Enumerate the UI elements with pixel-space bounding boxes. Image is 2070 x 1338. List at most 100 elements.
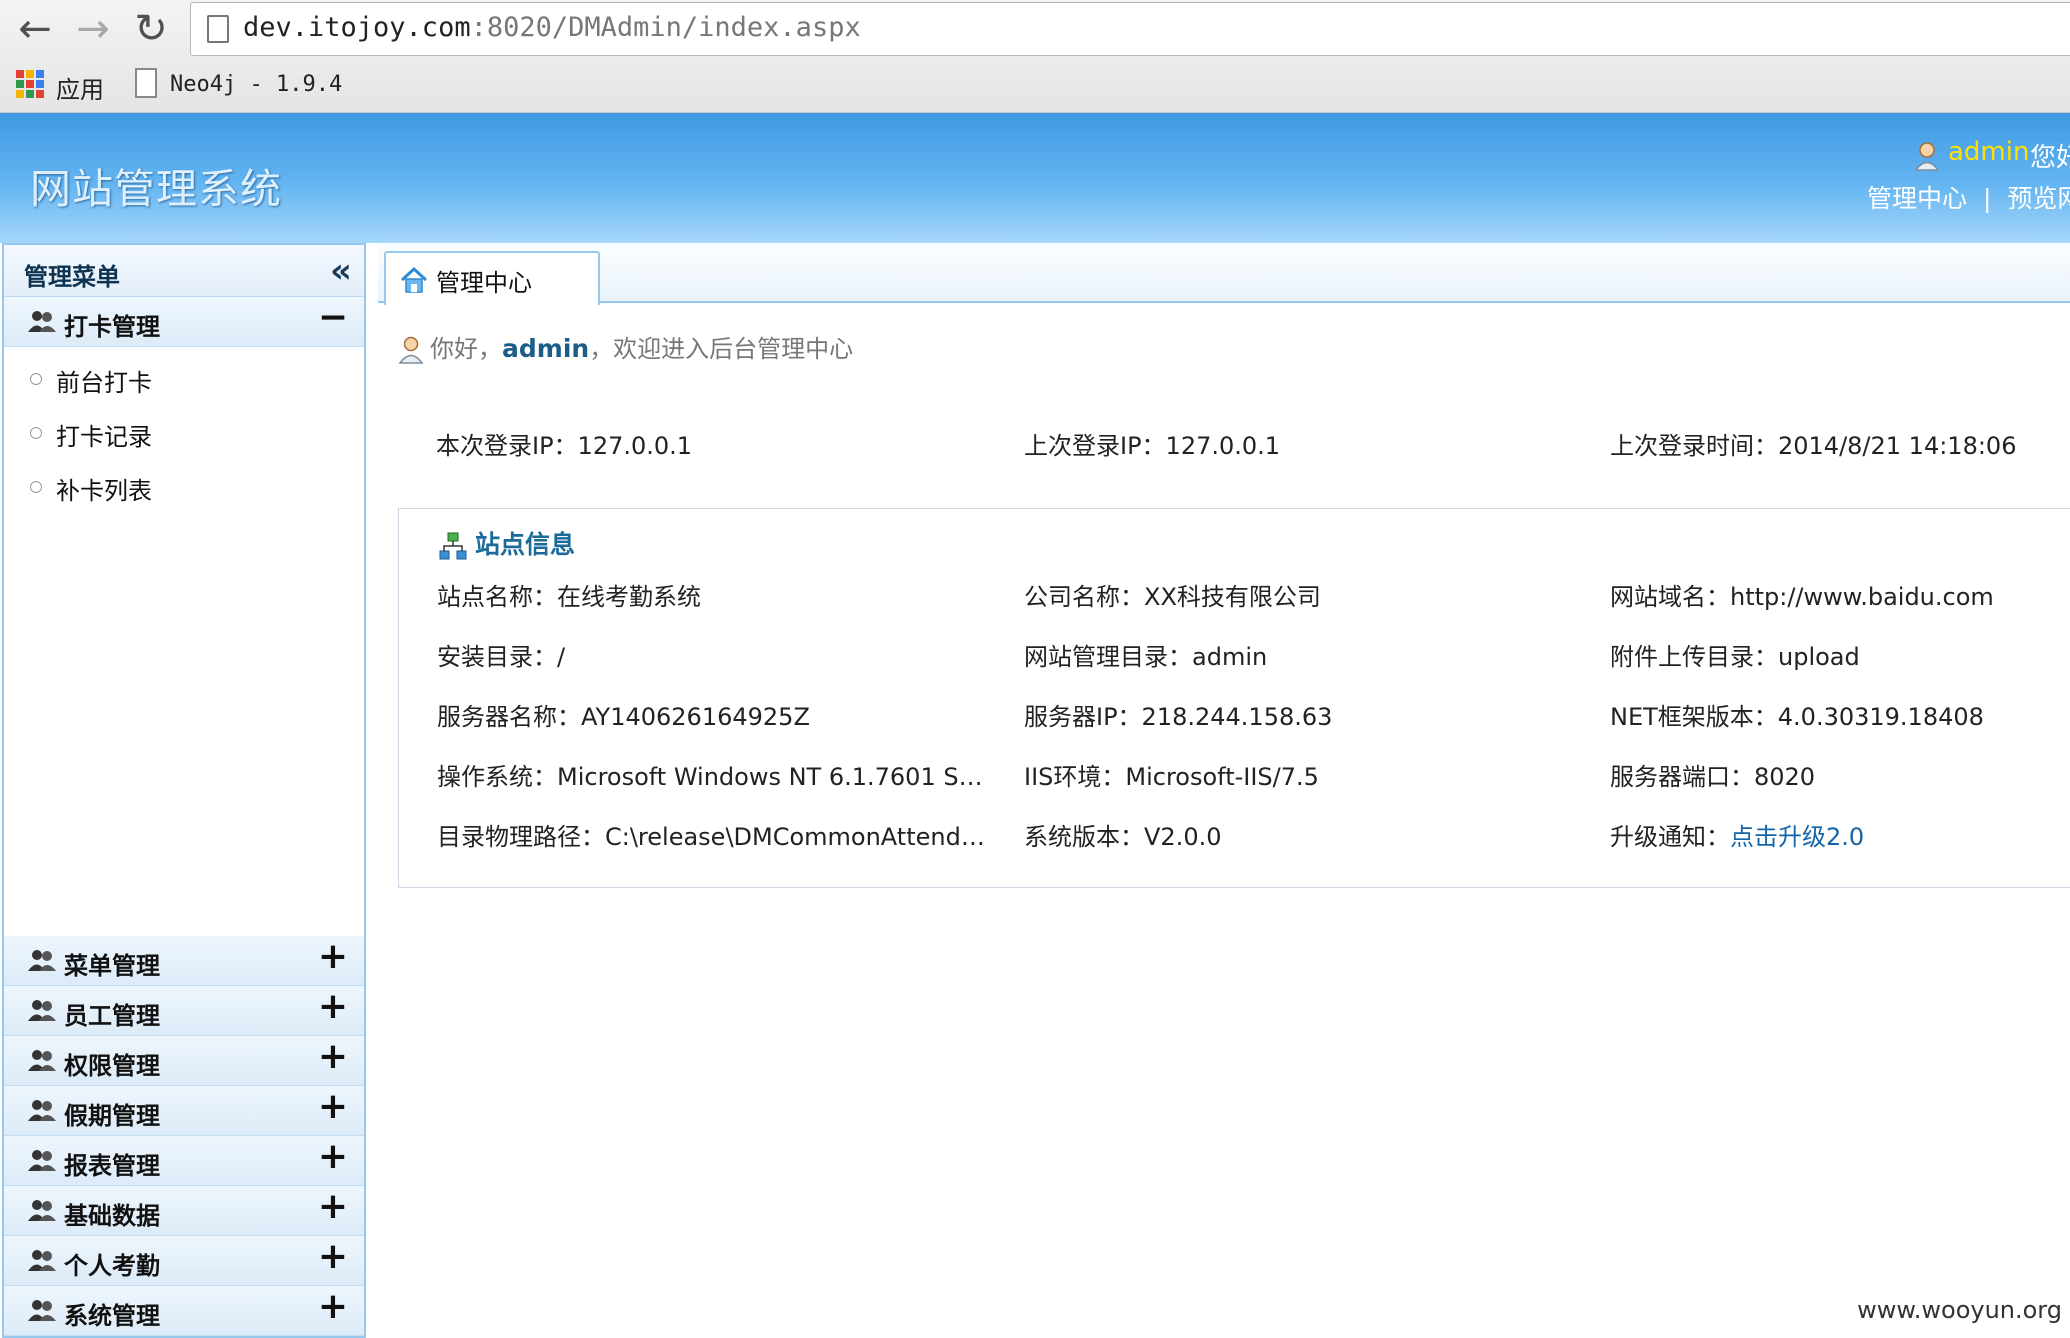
bullet-icon bbox=[30, 481, 42, 493]
plus-icon[interactable]: + bbox=[318, 1186, 348, 1227]
sidebar-item-punch-records[interactable]: 打卡记录 bbox=[4, 405, 364, 459]
upgrade-link[interactable]: 点击升级2.0 bbox=[1730, 823, 1864, 851]
users-icon bbox=[28, 1250, 56, 1271]
minus-icon[interactable]: − bbox=[318, 297, 348, 338]
server-port: 服务器端口：8020 bbox=[1610, 763, 1816, 791]
sidebar-group-holidays[interactable]: 假期管理 + bbox=[4, 1086, 364, 1136]
current-login-ip: 本次登录IP：127.0.0.1 bbox=[436, 432, 693, 460]
sidebar-group-menu[interactable]: 菜单管理 + bbox=[4, 936, 364, 986]
sidebar-group-personal-attendance[interactable]: 个人考勤 + bbox=[4, 1236, 364, 1286]
install-dir: 安装目录：/ bbox=[437, 643, 566, 671]
tab-bar: 管理中心 bbox=[378, 243, 2070, 305]
bookmarks-bar: 应用 Neo4j - 1.9.4 bbox=[0, 60, 2070, 110]
sidebar-group-system[interactable]: 系统管理 + bbox=[4, 1286, 364, 1336]
plus-icon[interactable]: + bbox=[318, 986, 348, 1027]
header-separator: | bbox=[1982, 184, 1992, 213]
plus-icon[interactable]: + bbox=[318, 1236, 348, 1277]
url-text[interactable]: dev.itojoy.com:8020/DMAdmin/index.aspx bbox=[243, 12, 861, 43]
sidebar-group-label: 假期管理 bbox=[64, 1102, 160, 1130]
sidebar-item-front-punch[interactable]: 前台打卡 bbox=[4, 351, 364, 405]
sidebar-group-basic-data[interactable]: 基础数据 + bbox=[4, 1186, 364, 1236]
bullet-icon bbox=[30, 427, 42, 439]
last-login-time: 上次登录时间：2014/8/21 14:18:06 bbox=[1610, 432, 2017, 460]
watermark-text: www.wooyun.org bbox=[1857, 1296, 2062, 1324]
header-greeting: 您好 bbox=[2030, 143, 2070, 173]
server-name: 服务器名称：AY140626164925Z bbox=[437, 703, 810, 731]
admin-dir: 网站管理目录：admin bbox=[1024, 643, 1268, 671]
sidebar-group-staff[interactable]: 员工管理 + bbox=[4, 986, 364, 1036]
server-ip: 服务器IP：218.244.158.63 bbox=[1024, 703, 1333, 731]
sidebar-group-label: 打卡管理 bbox=[64, 313, 160, 341]
sidebar-item-label: 前台打卡 bbox=[56, 369, 152, 397]
bookmark-apps[interactable]: 应用 bbox=[56, 70, 104, 105]
sidebar-group-label: 个人考勤 bbox=[64, 1252, 160, 1280]
sidebar-group-label: 菜单管理 bbox=[64, 952, 160, 980]
reload-icon[interactable]: ↻ bbox=[126, 6, 176, 52]
collapse-sidebar-icon[interactable]: « bbox=[330, 251, 352, 291]
plus-icon[interactable]: + bbox=[318, 1286, 348, 1327]
header-links: 管理中心 | 预览网站 bbox=[1867, 179, 2070, 215]
sidebar-collapsed-groups: 菜单管理 + 员工管理 + 权限管理 + 假期管理 + 报表管理 + 基础数据 … bbox=[4, 936, 364, 1336]
sidebar-group-label: 权限管理 bbox=[64, 1052, 160, 1080]
bookmark-neo4j[interactable]: Neo4j - 1.9.4 bbox=[170, 72, 342, 97]
site-domain: 网站域名：http://www.baidu.com bbox=[1610, 583, 1994, 611]
forward-arrow-icon[interactable]: → bbox=[68, 6, 118, 52]
users-icon bbox=[28, 950, 56, 971]
bullet-icon bbox=[30, 373, 42, 385]
users-icon bbox=[28, 1000, 56, 1021]
sidebar-group-punch[interactable]: 打卡管理 − bbox=[4, 297, 364, 347]
users-icon bbox=[28, 1050, 56, 1071]
apps-grid-icon[interactable] bbox=[16, 70, 44, 98]
sidebar-group-label: 系统管理 bbox=[64, 1302, 160, 1330]
page-icon bbox=[207, 15, 229, 43]
users-icon bbox=[28, 1150, 56, 1171]
admin-center-link[interactable]: 管理中心 bbox=[1867, 184, 1967, 213]
home-icon bbox=[400, 267, 428, 293]
users-icon bbox=[28, 1300, 56, 1321]
sitemap-icon bbox=[439, 532, 467, 560]
sidebar-item-label: 打卡记录 bbox=[56, 423, 152, 451]
plus-icon[interactable]: + bbox=[318, 1036, 348, 1077]
preview-site-link[interactable]: 预览网站 bbox=[2007, 184, 2070, 213]
sidebar-group-label: 基础数据 bbox=[64, 1202, 160, 1230]
company-name: 公司名称：XX科技有限公司 bbox=[1024, 583, 1321, 611]
tab-label: 管理中心 bbox=[436, 269, 532, 297]
sidebar-title: 管理菜单 bbox=[24, 263, 120, 291]
sidebar-header: 管理菜单 « bbox=[4, 245, 364, 297]
sidebar-group-reports[interactable]: 报表管理 + bbox=[4, 1136, 364, 1186]
welcome-suffix: ，欢迎进入后台管理中心 bbox=[589, 335, 854, 363]
net-framework-version: NET框架版本：4.0.30319.18408 bbox=[1610, 703, 1984, 731]
site-info-panel: 站点信息 站点名称：在线考勤系统 公司名称：XX科技有限公司 网站域名：http… bbox=[398, 508, 2070, 888]
operating-system: 操作系统：Microsoft Windows NT 6.1.7601 Servi… bbox=[437, 763, 997, 791]
tab-admin-center[interactable]: 管理中心 bbox=[384, 251, 600, 305]
sidebar-menu: 管理菜单 « 打卡管理 − 前台打卡 打卡记录 补卡列表 菜单管理 + 员工管理… bbox=[2, 243, 366, 1338]
plus-icon[interactable]: + bbox=[318, 1136, 348, 1177]
plus-icon[interactable]: + bbox=[318, 1086, 348, 1127]
user-icon bbox=[398, 336, 424, 364]
users-icon bbox=[28, 311, 56, 332]
upload-dir: 附件上传目录：upload bbox=[1610, 643, 1860, 671]
site-name: 站点名称：在线考勤系统 bbox=[437, 583, 701, 611]
welcome-prefix: 你好， bbox=[430, 335, 502, 363]
page-icon bbox=[135, 68, 157, 98]
physical-path: 目录物理路径：C:\release\DMCommonAttendance\ bbox=[437, 823, 997, 851]
address-bar[interactable]: dev.itojoy.com:8020/DMAdmin/index.aspx bbox=[190, 2, 2070, 56]
system-version: 系统版本：V2.0.0 bbox=[1024, 823, 1222, 851]
sidebar-group-permissions[interactable]: 权限管理 + bbox=[4, 1036, 364, 1086]
user-icon bbox=[1914, 142, 1940, 171]
sidebar-group-label: 报表管理 bbox=[64, 1152, 160, 1180]
users-icon bbox=[28, 1100, 56, 1121]
sidebar-item-label: 补卡列表 bbox=[56, 477, 152, 505]
sidebar-item-makeup-list[interactable]: 补卡列表 bbox=[4, 459, 364, 513]
welcome-username: admin bbox=[502, 334, 590, 363]
sidebar-group-label: 员工管理 bbox=[64, 1002, 160, 1030]
upgrade-notice: 升级通知：点击升级2.0 bbox=[1610, 823, 1865, 851]
welcome-message: 你好，admin，欢迎进入后台管理中心 bbox=[398, 329, 853, 364]
back-arrow-icon[interactable]: ← bbox=[10, 6, 60, 52]
system-title: 网站管理系统 bbox=[30, 165, 282, 213]
browser-chrome: ← → ↻ dev.itojoy.com:8020/DMAdmin/index.… bbox=[0, 0, 2070, 113]
site-info-title: 站点信息 bbox=[439, 525, 575, 561]
plus-icon[interactable]: + bbox=[318, 936, 348, 977]
last-login-ip: 上次登录IP：127.0.0.1 bbox=[1024, 432, 1281, 460]
main-content: 管理中心 你好，admin，欢迎进入后台管理中心 本次登录IP：127.0.0.… bbox=[378, 243, 2070, 1338]
